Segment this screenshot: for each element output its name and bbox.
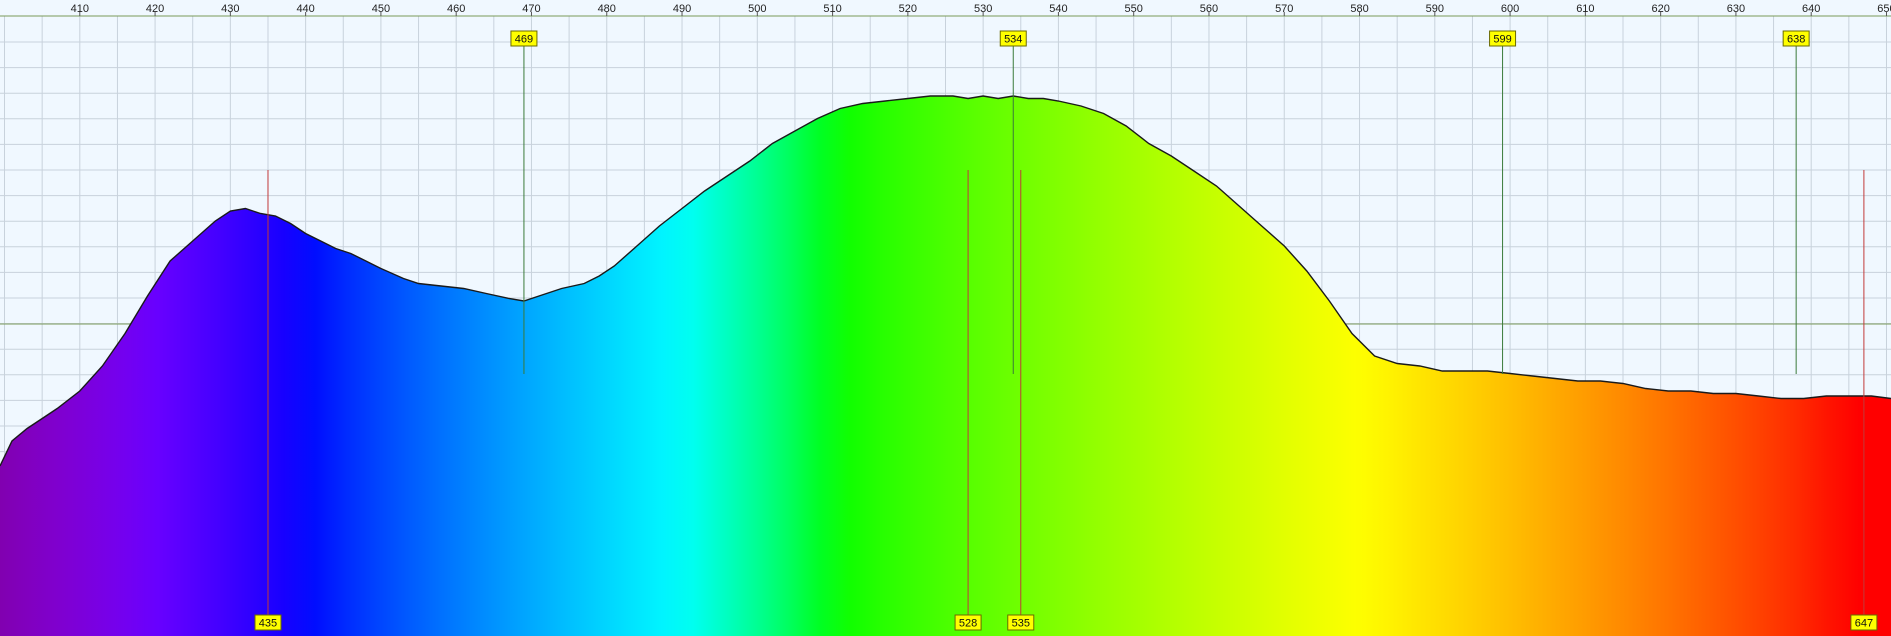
x-tick-label: 460 — [447, 3, 465, 15]
x-tick-label: 600 — [1501, 3, 1519, 15]
x-tick-label: 480 — [598, 3, 616, 15]
x-tick-label: 540 — [1049, 3, 1067, 15]
x-tick-label: 590 — [1426, 3, 1444, 15]
x-tick-label: 570 — [1275, 3, 1293, 15]
marker-label-599: 599 — [1493, 34, 1511, 46]
marker-label-535: 535 — [1012, 618, 1030, 630]
marker-label-534: 534 — [1004, 34, 1022, 46]
x-tick-label: 430 — [221, 3, 239, 15]
x-tick-label: 410 — [71, 3, 89, 15]
x-tick-label: 440 — [296, 3, 314, 15]
x-tick-label: 450 — [372, 3, 390, 15]
marker-label-528: 528 — [959, 618, 977, 630]
x-tick-label: 490 — [673, 3, 691, 15]
x-tick-label: 500 — [748, 3, 766, 15]
marker-label-469: 469 — [515, 34, 533, 46]
x-tick-label: 470 — [522, 3, 540, 15]
marker-label-638: 638 — [1787, 34, 1805, 46]
x-tick-label: 560 — [1200, 3, 1218, 15]
x-tick-label: 520 — [899, 3, 917, 15]
marker-label-435: 435 — [259, 618, 277, 630]
marker-label-647: 647 — [1855, 618, 1873, 630]
x-tick-label: 640 — [1802, 3, 1820, 15]
x-tick-label: 630 — [1727, 3, 1745, 15]
spectrum-chart: 410 420 430 440 450 460 470 480 490 500 510 520 530 5… — [0, 0, 1891, 636]
x-tick-label: 510 — [823, 3, 841, 15]
x-tick-label: 530 — [974, 3, 992, 15]
x-tick-label: 620 — [1651, 3, 1669, 15]
x-tick-label: 610 — [1576, 3, 1594, 15]
x-tick-label: 580 — [1350, 3, 1368, 15]
x-tick-label: 650 — [1877, 3, 1891, 15]
x-tick-label: 420 — [146, 3, 164, 15]
x-tick-label: 550 — [1125, 3, 1143, 15]
